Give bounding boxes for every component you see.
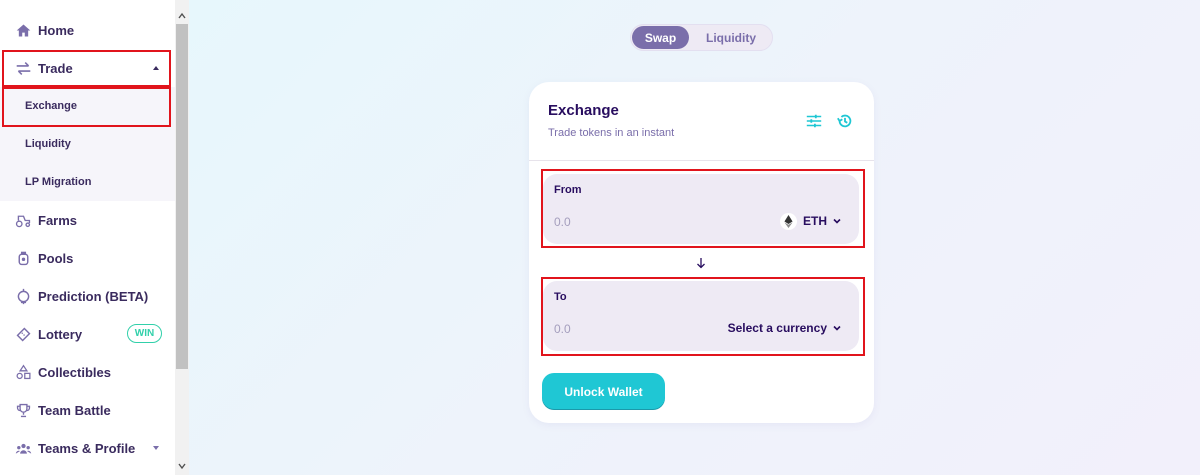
exchange-card: Exchange Trade tokens in an instant From… [529, 82, 874, 423]
to-field: To 0.0 Select a currency [543, 281, 859, 351]
nav-collectibles[interactable]: Collectibles [0, 353, 175, 391]
from-label: From [554, 184, 582, 196]
nav-lottery-label: Lottery [38, 326, 83, 342]
from-currency-select[interactable]: ETH [780, 212, 841, 230]
tune-icon[interactable] [805, 112, 823, 130]
caret-up-icon[interactable] [153, 66, 159, 70]
sidebar-item-exchange[interactable]: Exchange [0, 87, 175, 125]
arrow-down-icon[interactable] [696, 256, 706, 269]
chevron-down-icon [833, 325, 841, 331]
nav-pools[interactable]: Pools [0, 239, 175, 277]
nav-prediction[interactable]: Prediction (BETA) [0, 277, 175, 315]
sidebar-item-label: LP Migration [25, 176, 92, 188]
win-badge: WIN [127, 324, 162, 343]
nav-team-battle-label: Team Battle [38, 402, 111, 418]
card-title: Exchange [548, 102, 619, 119]
unlock-wallet-button[interactable]: Unlock Wallet [542, 373, 665, 410]
caret-down-icon[interactable] [153, 446, 159, 450]
sidebar-item-label: Exchange [25, 100, 77, 112]
pool-icon [14, 249, 32, 267]
eth-icon [780, 212, 797, 230]
tractor-icon [14, 211, 32, 229]
nav-collectibles-label: Collectibles [38, 364, 111, 380]
history-icon[interactable] [836, 112, 854, 130]
prediction-icon [14, 287, 32, 305]
nav-home[interactable]: Home [0, 11, 175, 49]
nav-farms[interactable]: Farms [0, 201, 175, 239]
scroll-down-icon[interactable] [178, 462, 186, 470]
swap-liquidity-toggle: Swap Liquidity [630, 24, 773, 51]
nav-trade-label: Trade [38, 60, 73, 76]
nav-farms-label: Farms [38, 212, 78, 228]
home-icon [14, 21, 32, 39]
trophy-icon [14, 401, 32, 419]
sidebar-item-label: Liquidity [25, 138, 71, 150]
nav-home-label: Home [38, 22, 75, 38]
to-label: To [554, 291, 567, 303]
nav-pools-label: Pools [38, 250, 74, 266]
card-subtitle: Trade tokens in an instant [548, 127, 675, 139]
tab-swap[interactable]: Swap [632, 26, 689, 49]
shapes-icon [14, 363, 32, 381]
sidebar-item-lp-migration[interactable]: LP Migration [0, 163, 175, 201]
to-currency-label: Select a currency [727, 321, 827, 335]
group-icon [14, 439, 32, 457]
to-currency-select[interactable]: Select a currency [728, 319, 841, 337]
from-amount-input[interactable]: 0.0 [554, 215, 571, 229]
from-field: From 0.0 ETH [543, 174, 859, 244]
sidebar-item-liquidity[interactable]: Liquidity [0, 125, 175, 163]
from-currency-label: ETH [803, 214, 827, 228]
ticket-icon [14, 325, 32, 343]
nav-team-battle[interactable]: Team Battle [0, 391, 175, 429]
nav-teams-profile[interactable]: Teams & Profile [0, 429, 175, 467]
trade-icon [14, 59, 32, 77]
tab-liquidity[interactable]: Liquidity [693, 26, 769, 49]
nav-trade[interactable]: Trade [0, 49, 175, 87]
sidebar-scrollbar[interactable] [175, 0, 189, 475]
chevron-down-icon [833, 218, 841, 224]
to-amount-input[interactable]: 0.0 [554, 322, 571, 336]
scroll-thumb[interactable] [176, 24, 188, 369]
nav-prediction-label: Prediction (BETA) [38, 288, 149, 304]
scroll-up-icon[interactable] [178, 12, 186, 20]
sidebar: Home Trade Exchange Liquidity LP Migrati… [0, 0, 175, 475]
card-divider [529, 160, 874, 161]
nav-teams-profile-label: Teams & Profile [38, 440, 136, 456]
